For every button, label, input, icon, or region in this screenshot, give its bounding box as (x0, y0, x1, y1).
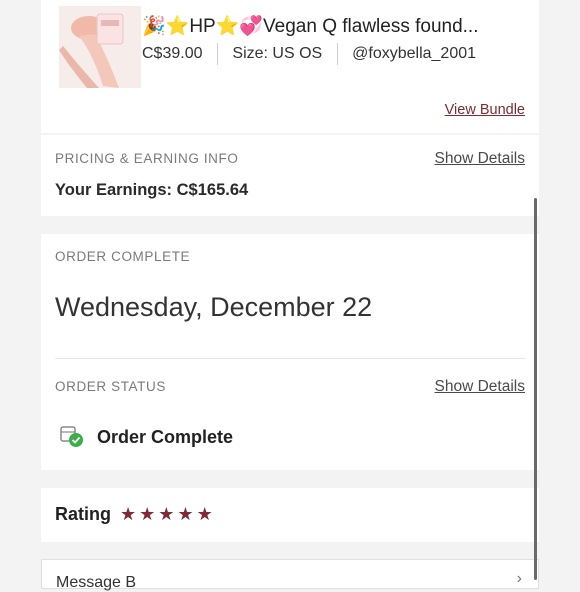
section-divider (55, 358, 525, 359)
pricing-section-label: PRICING & EARNING INFO (55, 151, 239, 166)
package-check-icon (60, 426, 83, 447)
rating-stars: ★ ★ ★ ★ ★ (120, 504, 216, 525)
seller-username[interactable]: @foxybella_2001 (352, 45, 476, 62)
order-details-screen: 🎉⭐HP⭐💞Vegan Q flawless found... C$39.00 … (41, 0, 539, 591)
pricing-card: PRICING & EARNING INFO Show Details Your… (41, 135, 539, 216)
message-card[interactable]: Message B › (41, 559, 539, 591)
product-price: C$39.00 (142, 45, 203, 63)
meta-divider (216, 43, 218, 65)
meta-divider (336, 43, 338, 65)
star-icon: ★ (196, 504, 213, 525)
rating-label: Rating (55, 504, 111, 524)
order-complete-date: Wednesday, December 22 (55, 292, 373, 322)
product-meta: C$39.00 Size: US OS @foxybella_2001 (142, 43, 476, 65)
scrollbar[interactable] (534, 198, 537, 580)
product-title[interactable]: 🎉⭐HP⭐💞Vegan Q flawless found... (142, 14, 479, 38)
order-status-row: Order Complete (59, 424, 359, 452)
view-bundle-link[interactable]: View Bundle (445, 102, 525, 118)
star-icon: ★ (139, 504, 156, 525)
order-complete-section-label: ORDER COMPLETE (55, 249, 191, 264)
star-icon: ★ (177, 504, 194, 525)
rating-card: Rating ★ ★ ★ ★ ★ (41, 488, 539, 542)
product-size: Size: US OS (232, 45, 323, 63)
pricing-show-details-link[interactable]: Show Details (435, 150, 525, 168)
order-status-text: Order Complete (97, 427, 234, 447)
star-icon: ★ (158, 504, 175, 525)
your-earnings: Your Earnings: C$165.64 (55, 181, 249, 199)
product-card: 🎉⭐HP⭐💞Vegan Q flawless found... C$39.00 … (41, 0, 539, 133)
order-card: ORDER COMPLETE Wednesday, December 22 OR… (41, 234, 539, 470)
star-icon: ★ (120, 504, 137, 525)
chevron-right-icon: › (516, 570, 522, 587)
order-status-show-details-link[interactable]: Show Details (435, 378, 525, 396)
message-label: Message B (56, 574, 137, 591)
order-status-section-label: ORDER STATUS (55, 379, 166, 394)
product-image-icon (59, 6, 141, 88)
product-thumbnail[interactable] (59, 6, 141, 88)
